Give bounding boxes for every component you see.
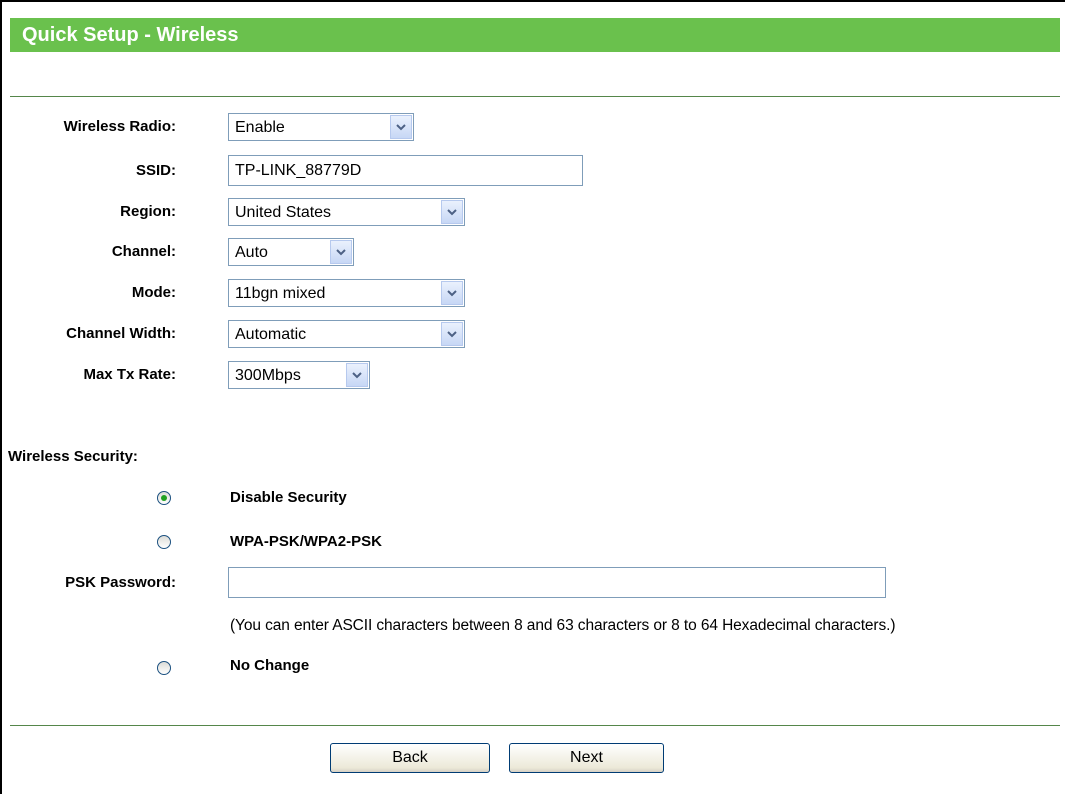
region-select[interactable]: United States — [228, 198, 465, 226]
chevron-down-icon[interactable] — [441, 200, 463, 224]
region-label: Region: — [120, 203, 176, 220]
back-button[interactable]: Back — [330, 743, 490, 773]
mode-select[interactable]: 11bgn mixed — [228, 279, 465, 307]
chevron-down-icon[interactable] — [330, 240, 352, 264]
wireless-radio-label: Wireless Radio: — [63, 118, 176, 135]
divider-bottom — [10, 725, 1060, 726]
mode-label: Mode: — [131, 284, 176, 301]
chevron-down-icon[interactable] — [441, 322, 463, 346]
page-header: Quick Setup - Wireless — [10, 18, 1060, 52]
chevron-down-icon[interactable] — [441, 281, 463, 305]
channel-width-label: Channel Width: — [66, 325, 176, 342]
psk-hint-text: (You can enter ASCII characters between … — [230, 617, 896, 634]
ssid-input[interactable]: TP-LINK_88779D — [228, 155, 583, 186]
divider-top — [10, 96, 1060, 97]
wireless-radio-value: Enable — [235, 119, 285, 136]
channel-width-select[interactable]: Automatic — [228, 320, 465, 348]
page-title: Quick Setup - Wireless — [22, 24, 239, 46]
chevron-down-icon[interactable] — [390, 115, 412, 139]
psk-password-label: PSK Password: — [65, 574, 176, 591]
channel-width-value: Automatic — [235, 326, 307, 343]
next-button[interactable]: Next — [509, 743, 664, 773]
disable-security-label: Disable Security — [230, 489, 347, 506]
disable-security-radio[interactable] — [157, 491, 171, 505]
ssid-label: SSID: — [135, 162, 176, 179]
chevron-down-icon[interactable] — [346, 363, 368, 387]
wpa-psk-label: WPA-PSK/WPA2-PSK — [230, 533, 382, 550]
ssid-value: TP-LINK_88779D — [235, 162, 362, 179]
max-tx-rate-label: Max Tx Rate: — [83, 366, 176, 383]
channel-select[interactable]: Auto — [228, 238, 354, 266]
max-tx-rate-select[interactable]: 300Mbps — [228, 361, 370, 389]
wireless-security-label: Wireless Security: — [8, 448, 138, 465]
max-tx-rate-value: 300Mbps — [235, 367, 301, 384]
no-change-radio[interactable] — [157, 661, 171, 675]
psk-password-input[interactable] — [228, 567, 886, 598]
wireless-radio-select[interactable]: Enable — [228, 113, 414, 141]
mode-value: 11bgn mixed — [235, 285, 326, 302]
no-change-label: No Change — [230, 657, 310, 674]
wpa-psk-radio[interactable] — [157, 535, 171, 549]
window-frame-left — [0, 0, 2, 794]
region-value: United States — [235, 204, 332, 221]
radio-selected-dot — [161, 495, 167, 501]
channel-label: Channel: — [111, 243, 176, 260]
channel-value: Auto — [235, 244, 268, 261]
window-frame-top — [0, 0, 1065, 2]
